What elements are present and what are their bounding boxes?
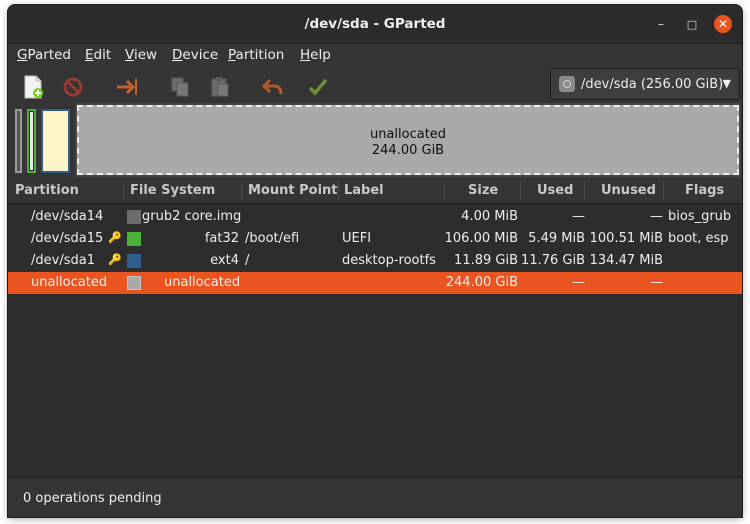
unused: — [650,275,663,290]
unallocated-label: unallocated [369,127,447,142]
disk-icon [559,76,575,92]
disk-segment-unallocated[interactable]: unallocated 244.00 GiB [75,103,741,177]
device-selector-value: /dev/sda (256.00 GiB) [581,77,724,92]
menu-view[interactable]: View [125,47,157,63]
mount-point: /boot/efi [245,231,300,246]
column-header-flags[interactable]: Flags [685,183,724,198]
resize-move-icon[interactable] [114,74,140,100]
unallocated-size: 244.00 GiB [371,143,445,158]
column-header-filesystem[interactable]: File System [130,183,215,198]
used: 11.76 GiB [521,253,585,268]
key-icon: 🔑 [108,253,122,266]
operations-pending-status: 0 operations pending [23,491,162,506]
label: desktop-rootfs [342,253,436,268]
maximize-button[interactable]: □ [683,15,701,33]
table-row-selected[interactable]: unallocated unallocated 244.00 GiB — — [8,272,742,294]
column-header-size[interactable]: Size [468,183,498,198]
table-row[interactable]: /dev/sda14 grub2 core.img 4.00 MiB — — b… [8,206,742,228]
filesystem: unallocated [164,275,241,290]
table-row[interactable]: /dev/sda1 🔑 ext4 / desktop-rootfs 11.89 … [8,250,742,272]
partition-name: /dev/sda14 [31,209,104,224]
filesystem-color-swatch [127,276,141,290]
used: 5.49 MiB [528,231,585,246]
used: — [572,209,585,224]
partition-name: /dev/sda1 [31,253,95,268]
size: 11.89 GiB [454,253,518,268]
used: — [572,275,585,290]
device-selector[interactable]: /dev/sda (256.00 GiB) ▼ [550,68,740,100]
window-title: /dev/sda - GParted [304,16,446,32]
copy-icon[interactable] [167,74,193,100]
menu-help[interactable]: Help [300,47,331,63]
disk-segment-sda15[interactable] [27,109,36,173]
menu-edit[interactable]: Edit [85,47,111,63]
disk-segment-sda1[interactable] [41,109,70,173]
flags: boot, esp [668,231,729,246]
status-bar: 0 operations pending [8,477,742,517]
disk-map: unallocated 244.00 GiB [13,103,741,177]
menu-device[interactable]: Device [172,47,218,63]
key-icon: 🔑 [108,231,122,244]
menu-bar: GParted Edit View Device Partition Help [8,44,742,68]
size: 106.00 MiB [444,231,518,246]
filesystem-color-swatch [127,210,141,224]
chevron-down-icon: ▼ [722,77,731,90]
size: 244.00 GiB [445,275,518,290]
menu-partition[interactable]: Partition [228,47,284,63]
title-bar: /dev/sda - GParted – □ ✕ [8,5,742,44]
filesystem-color-swatch [127,254,141,268]
new-partition-icon[interactable] [20,74,46,100]
partition-name: /dev/sda15 [31,231,104,246]
filesystem: fat32 [204,231,239,246]
partition-name: unallocated [31,275,108,290]
mount-point: / [245,253,250,268]
column-header-mountpoint[interactable]: Mount Point [248,183,338,198]
close-button[interactable]: ✕ [714,15,732,33]
column-header-label[interactable]: Label [344,183,384,198]
filesystem: ext4 [210,253,239,268]
column-header-unused[interactable]: Unused [601,183,656,198]
delete-icon[interactable] [60,74,86,100]
minimize-button[interactable]: – [652,15,670,33]
menu-gparted-rest: Parted [27,47,71,63]
unused: 100.51 MiB [589,231,663,246]
column-header-used[interactable]: Used [537,183,573,198]
filesystem-color-swatch [127,232,141,246]
size: 4.00 MiB [461,209,518,224]
disk-segment-sda14[interactable] [15,109,22,173]
gparted-window: /dev/sda - GParted – □ ✕ GParted Edit Vi… [8,5,742,517]
filesystem: grub2 core.img [142,209,242,224]
unused: — [650,209,663,224]
apply-icon[interactable] [305,74,331,100]
table-row[interactable]: /dev/sda15 🔑 fat32 /boot/efi UEFI 106.00… [8,228,742,250]
unused: 134.47 MiB [589,253,663,268]
table-header: Partition File System Mount Point Label … [8,179,742,204]
undo-icon[interactable] [260,74,286,100]
label: UEFI [342,231,372,246]
paste-icon[interactable] [207,74,233,100]
flags: bios_grub [668,209,732,224]
partition-table: Partition File System Mount Point Label … [8,179,742,477]
column-header-partition[interactable]: Partition [15,183,79,198]
menu-gparted[interactable]: GParted [17,47,71,63]
